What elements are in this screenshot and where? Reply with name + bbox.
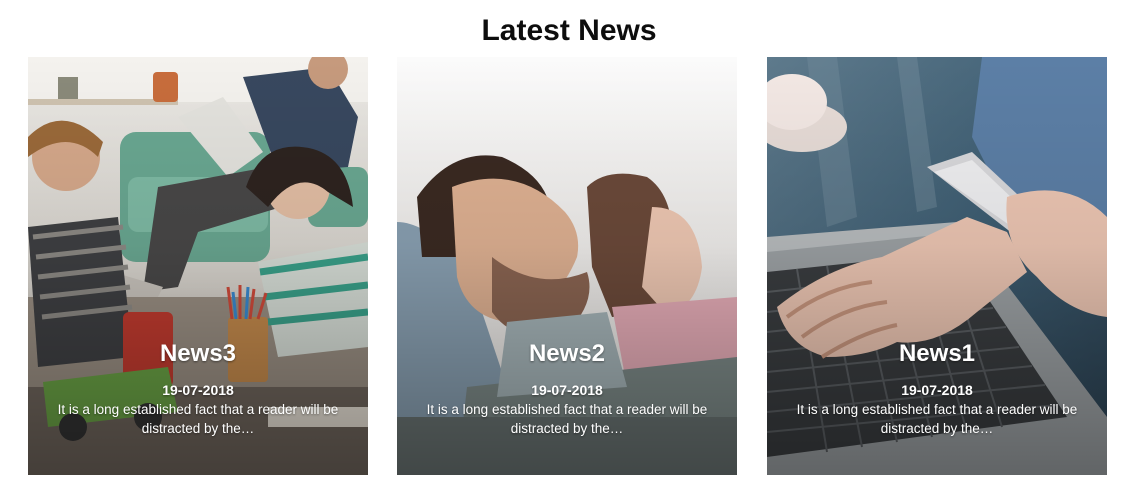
news-card[interactable]: News1 19-07-2018 It is a long establishe… [767, 57, 1107, 475]
card-excerpt: It is a long established fact that a rea… [57, 402, 339, 436]
card-title[interactable]: News3 [28, 337, 368, 371]
section-title: Latest News [481, 14, 657, 47]
card-date: 19-07-2018 [162, 382, 234, 398]
card-caption: News3 19-07-2018 It is a long establishe… [28, 337, 368, 438]
card-excerpt: It is a long established fact that a rea… [426, 402, 708, 436]
card-caption: News2 19-07-2018 It is a long establishe… [397, 337, 737, 438]
news-card[interactable]: News2 19-07-2018 It is a long establishe… [397, 57, 737, 475]
card-caption: News1 19-07-2018 It is a long establishe… [767, 337, 1107, 438]
card-title[interactable]: News1 [767, 337, 1107, 371]
card-excerpt: It is a long established fact that a rea… [796, 402, 1078, 436]
news-card[interactable]: News3 19-07-2018 It is a long establishe… [28, 57, 368, 475]
card-date: 19-07-2018 [531, 382, 603, 398]
card-date: 19-07-2018 [901, 382, 973, 398]
card-title[interactable]: News2 [397, 337, 737, 371]
